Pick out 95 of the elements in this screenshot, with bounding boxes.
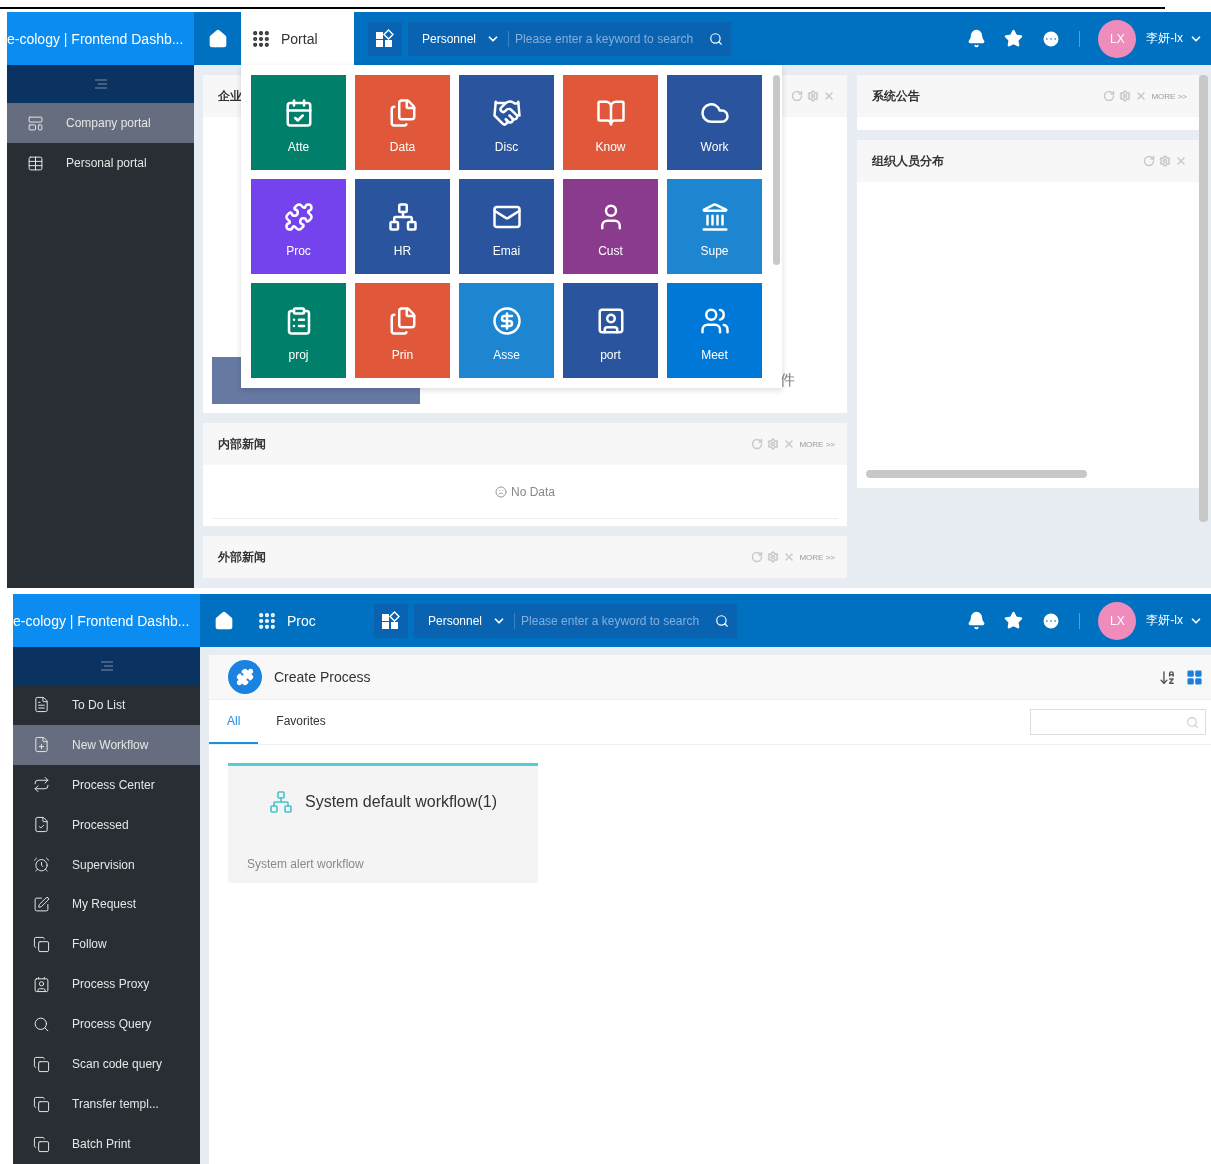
app-title: e-cology | Frontend Dashb... (7, 12, 194, 65)
app-tile[interactable]: Disc (459, 75, 554, 170)
org-chart-icon (268, 790, 293, 814)
vertical-scrollbar[interactable] (1199, 75, 1208, 522)
sidebar-item[interactable]: Company portal (7, 103, 194, 143)
layout-icon (27, 114, 44, 132)
user-menu[interactable]: 李妍-lx (1146, 30, 1203, 47)
search-icon[interactable] (715, 613, 729, 628)
money-icon (491, 305, 522, 336)
card-title: System default workflow(1) (304, 793, 498, 811)
app-tile[interactable]: Proc (251, 179, 346, 274)
app-tile[interactable]: Cust (563, 179, 658, 274)
app-tile[interactable]: Atte (251, 75, 346, 170)
tab[interactable]: Favorites (258, 700, 344, 744)
panel-title: 系统公告 (872, 87, 920, 105)
scope-dropdown[interactable]: Personnel (408, 21, 509, 56)
empty-message: No Data (511, 484, 555, 499)
search-icon[interactable] (709, 31, 723, 46)
add-file-icon (33, 736, 50, 754)
sidebar-item[interactable]: Process Query (13, 1004, 200, 1045)
sidebar-item[interactable]: Process Center (13, 764, 200, 805)
app-tile[interactable]: port (563, 283, 658, 378)
search-icon (33, 1015, 50, 1033)
workflow-card[interactable]: System default workflow(1) System alert workflow (228, 763, 538, 883)
process-logo-icon (228, 660, 262, 694)
app-tile[interactable]: Know (563, 75, 658, 170)
panel-title: 内部新闻 (218, 435, 266, 453)
sidebar-item[interactable]: My Request (13, 884, 200, 925)
app-tile[interactable]: Meet (667, 283, 762, 378)
handshake-icon (491, 97, 522, 128)
alarm-clock-icon (33, 856, 50, 874)
check-file-icon (33, 816, 50, 834)
app-tile[interactable]: proj (251, 283, 346, 378)
search-field[interactable]: Personnel Please enter a keyword to search (408, 21, 731, 56)
bell-icon[interactable] (967, 611, 987, 630)
sidebar-item[interactable]: New Workflow (13, 724, 200, 765)
sidebar-item[interactable]: Batch Print (13, 1124, 200, 1164)
table-icon (27, 154, 44, 172)
app-title: e-cology | Frontend Dashb... (13, 594, 200, 647)
apps-button[interactable] (374, 603, 408, 638)
org-chart-icon (387, 201, 418, 232)
app-tile[interactable]: Work (667, 75, 762, 170)
sidebar-item[interactable]: Transfer templ... (13, 1084, 200, 1125)
sort-icon[interactable] (1159, 668, 1176, 686)
sidebar-item[interactable]: Processed (13, 804, 200, 845)
app-tile[interactable]: Asse (459, 283, 554, 378)
app-tile[interactable]: Prin (355, 283, 450, 378)
app-tile[interactable]: Emai (459, 179, 554, 274)
app-tile[interactable]: Supe (667, 179, 762, 274)
home-icon[interactable] (207, 28, 228, 49)
panel-title: 企业 (218, 87, 242, 105)
panel-title: 组织人员分布 (872, 152, 944, 170)
document-icon (33, 696, 50, 714)
scope-dropdown[interactable]: Personnel (414, 603, 515, 638)
more-icon[interactable] (1041, 28, 1062, 49)
app-tile[interactable]: Data (355, 75, 450, 170)
calendar-check-icon (283, 97, 314, 128)
sidebar-item[interactable]: Personal portal (7, 143, 194, 183)
apps-icon[interactable] (375, 28, 395, 49)
card-subtitle: System alert workflow (247, 857, 365, 871)
more-icon[interactable] (1041, 610, 1062, 631)
app-tile[interactable]: HR (355, 179, 450, 274)
repeat-icon (33, 776, 50, 794)
apps-icon[interactable] (381, 610, 401, 631)
sad-face-icon (495, 485, 507, 498)
search-field[interactable]: Personnel Please enter a keyword to search (414, 603, 737, 638)
user-menu[interactable]: 李妍-lx (1146, 612, 1203, 629)
sidebar-item[interactable]: Scan code query (13, 1044, 200, 1085)
sidebar-item[interactable]: Follow (13, 924, 200, 965)
sidebar-item[interactable]: To Do List (13, 684, 200, 725)
grid-view-icon[interactable] (1186, 668, 1203, 686)
filter-field[interactable] (1030, 709, 1206, 735)
bell-icon[interactable] (967, 29, 987, 48)
page-title: Create Process (274, 669, 371, 685)
nav-menu-tab[interactable]: Portal (241, 12, 354, 65)
grid-icon[interactable] (251, 28, 271, 49)
copy-icon (33, 1095, 50, 1113)
vertical-scrollbar[interactable] (773, 75, 780, 265)
copy-icon (33, 935, 50, 953)
collapse-icon (100, 660, 113, 671)
star-icon[interactable] (1004, 29, 1024, 48)
sidebar-item[interactable]: Process Proxy (13, 964, 200, 1005)
home-icon[interactable] (213, 610, 234, 631)
apps-button[interactable] (368, 21, 402, 56)
tab[interactable]: All (209, 700, 259, 744)
collapse-icon (94, 79, 107, 89)
puzzle-icon (283, 201, 314, 232)
copy-icon (33, 1055, 50, 1073)
contact-icon (33, 975, 50, 993)
sidebar-item[interactable]: Supervision (13, 844, 200, 885)
star-icon[interactable] (1004, 611, 1024, 630)
horizontal-scrollbar[interactable] (866, 470, 1087, 478)
nav-menu-tab[interactable]: Proc (247, 594, 360, 647)
copy-icon (33, 1135, 50, 1153)
edit-icon (33, 896, 50, 913)
